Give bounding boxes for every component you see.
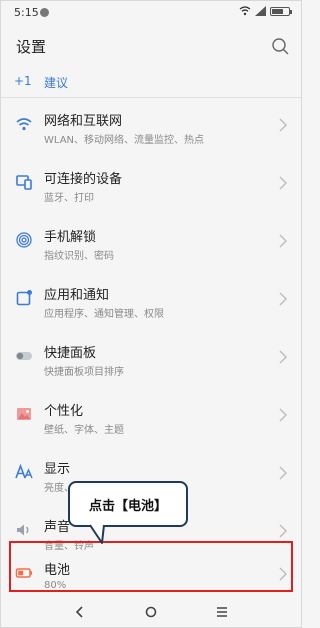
chevron-right-icon [279,292,287,306]
wifi-icon [16,118,32,131]
menu-icon[interactable] [212,602,232,622]
chevron-right-icon [279,524,287,538]
chevron-right-icon [279,408,287,422]
status-time: 5:15 [14,6,39,19]
notification-dot-icon [40,8,49,17]
volume-icon [17,524,29,536]
settings-item-title: 快捷面板 [44,346,97,361]
instruction-callout: 点击【电池】 [68,481,188,527]
settings-item-unlock[interactable]: 手机解锁 指纹识别、密码 [0,214,302,272]
status-right [239,6,292,16]
settings-item-devices[interactable]: 可连接的设备 蓝牙、打印 [0,156,302,214]
battery-icon [15,568,32,578]
suggestion-count: +1 [14,74,32,88]
battery-status-icon [270,6,292,16]
settings-item-title: 电池 [44,563,71,578]
settings-header: 设置 [0,30,302,64]
devices-icon [16,175,32,190]
settings-item-subtitle: 应用程序、通知管理、权限 [44,309,164,320]
settings-item-title: 个性化 [44,404,84,419]
back-icon[interactable] [70,602,90,622]
settings-item-title: 显示 [44,462,71,477]
status-bar: 5:15 [0,0,302,24]
settings-item-apps[interactable]: 应用和通知 应用程序、通知管理、权限 [0,272,302,330]
settings-item-title: 应用和通知 [44,288,110,303]
chevron-right-icon [279,118,287,132]
settings-item-personalize[interactable]: 个性化 壁纸、字体、主题 [0,388,302,446]
settings-item-subtitle: 指纹识别、密码 [44,251,114,262]
suggestion-row[interactable]: +1 建议 [0,66,302,98]
settings-item-title: 可连接的设备 [44,172,123,187]
settings-item-subtitle: 80% [44,580,67,591]
fingerprint-icon [16,232,32,248]
wifi-status-icon [239,6,251,16]
settings-item-title: 手机解锁 [44,230,97,245]
settings-item-subtitle: 快捷面板项目排序 [44,367,124,378]
settings-item-network[interactable]: 网络和互联网 WLAN、移动网络、流量监控、热点 [0,98,302,156]
toggle-icon [16,352,32,360]
home-icon[interactable] [141,602,161,622]
page-title: 设置 [16,38,47,56]
wallpaper-icon [17,408,31,420]
chevron-right-icon [279,176,287,190]
suggestion-label: 建议 [44,76,69,90]
settings-item-title: 声音 [44,520,71,535]
search-icon[interactable] [270,36,290,56]
chevron-right-icon [279,567,287,581]
callout-pointer [89,522,105,544]
chevron-right-icon [279,350,287,364]
settings-item-subtitle: 蓝牙、打印 [44,193,94,204]
settings-item-subtitle: WLAN、移动网络、流量监控、热点 [44,135,205,146]
callout-text: 点击【电池】 [88,499,167,514]
font-size-icon [15,463,33,479]
chevron-right-icon [279,234,287,248]
signal-icon [255,6,266,16]
settings-item-title: 网络和互联网 [44,114,123,129]
apps-icon [16,290,32,306]
chevron-right-icon [279,466,287,480]
settings-item-subtitle: 壁纸、字体、主题 [44,425,124,436]
navigation-bar [0,596,302,628]
settings-item-quick-panel[interactable]: 快捷面板 快捷面板项目排序 [0,330,302,388]
